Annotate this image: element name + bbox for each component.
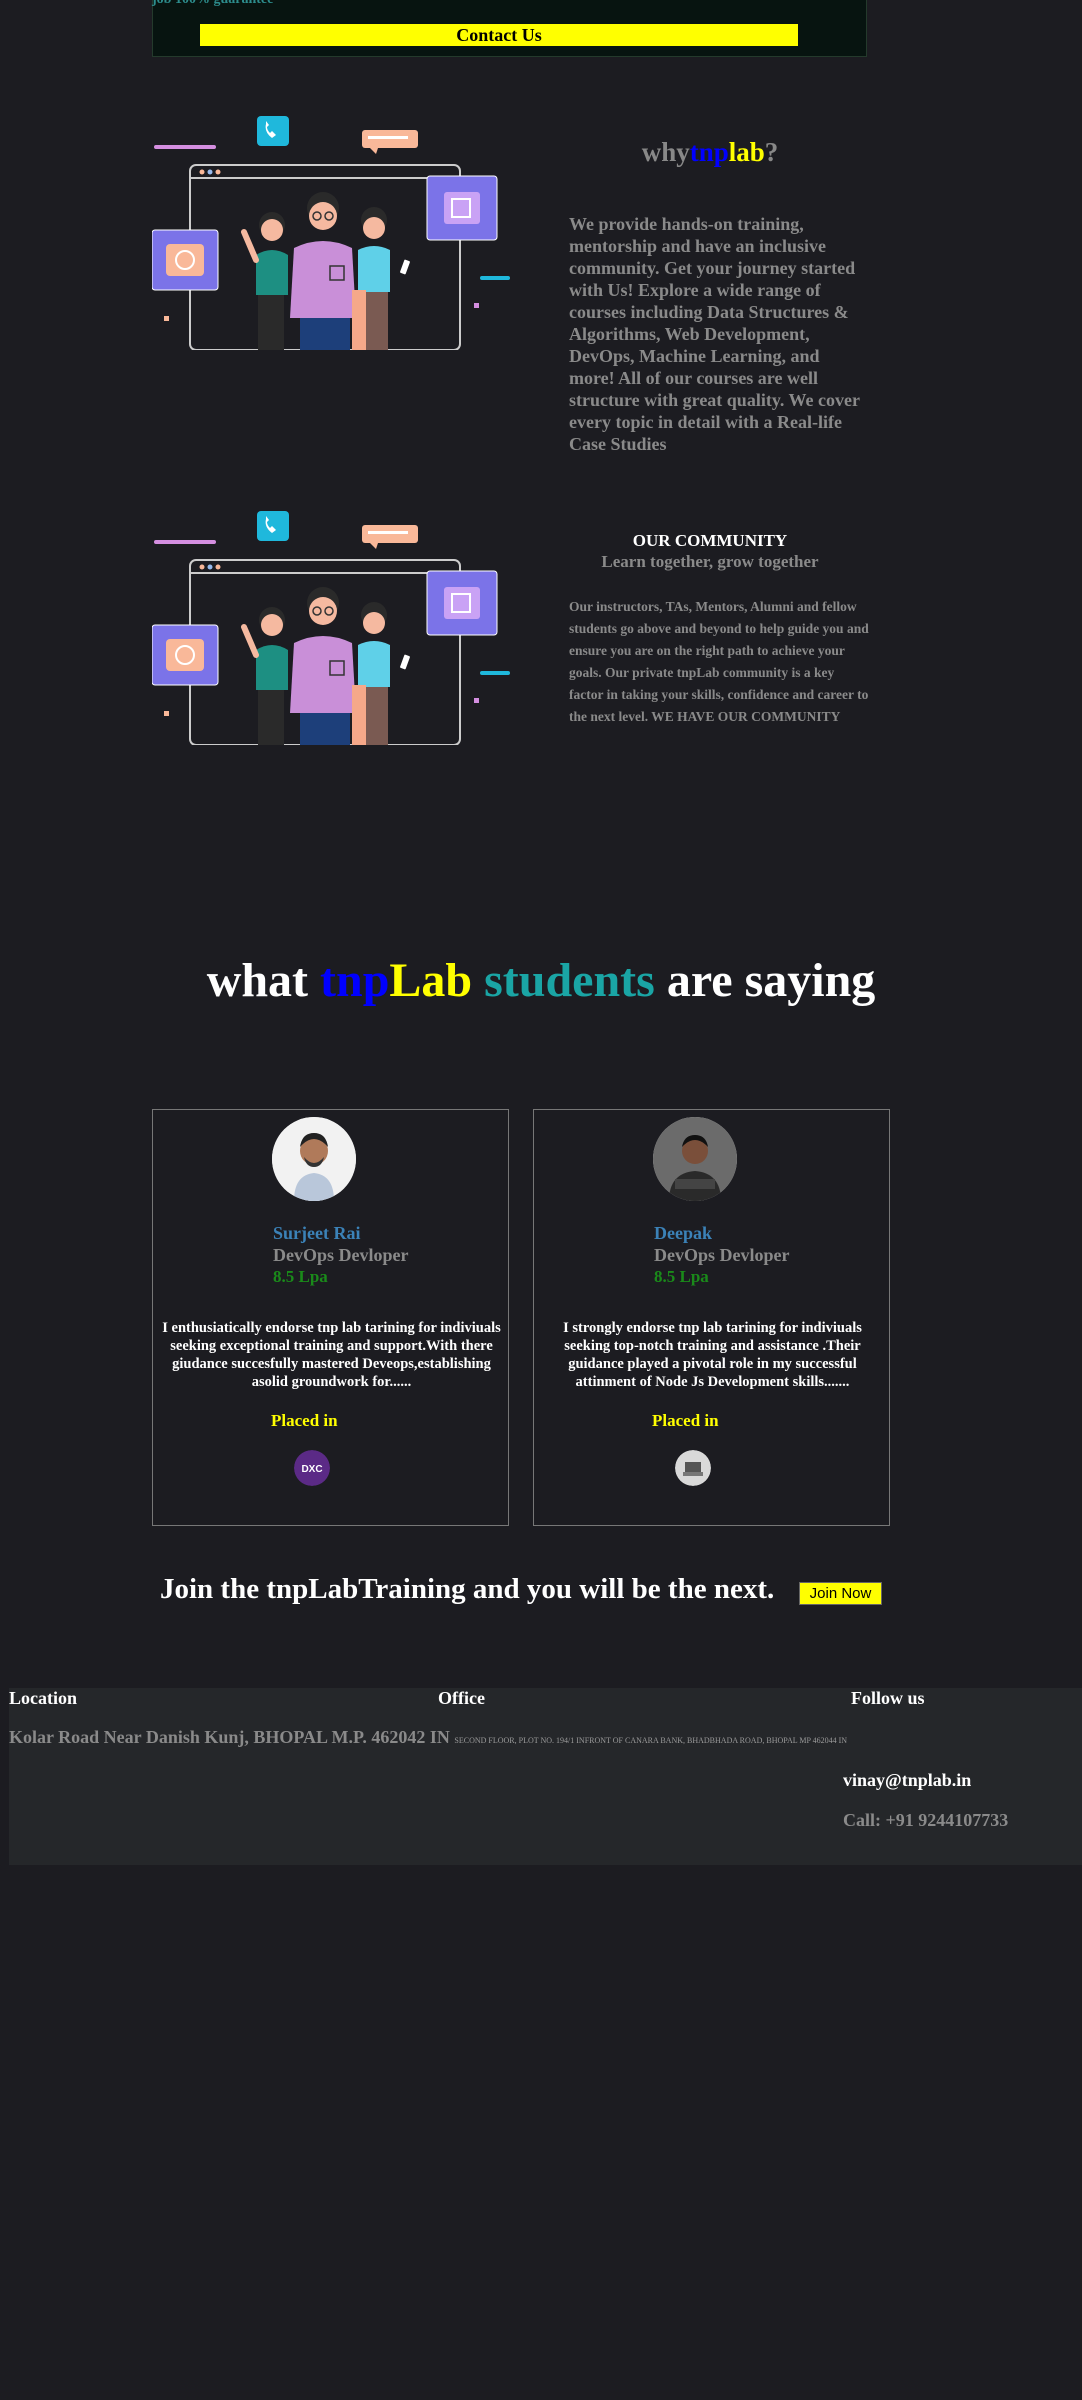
join-now-button[interactable]: Join Now — [799, 1582, 882, 1605]
question-mark: ? — [764, 137, 779, 167]
office-address: SECOND FLOOR, PLOT NO. 194/1 INFRONT OF … — [454, 1736, 848, 1745]
lab-word: lab — [728, 137, 765, 167]
avatar — [653, 1117, 737, 1201]
student-name: Deepak — [654, 1223, 712, 1243]
footer-email-link[interactable]: vinay@tnplab.in — [843, 1770, 971, 1791]
company-logo — [675, 1450, 711, 1486]
testimonial-quote: I strongly endorse tnp lab tarining for … — [563, 1320, 862, 1390]
community-illustration — [152, 116, 510, 350]
footer-phone[interactable]: Call: +91 9244107733 — [843, 1810, 1008, 1831]
guarantee-text: job 100% guarantee — [152, 0, 273, 8]
community-subtitle: Learn together, grow together — [601, 552, 819, 571]
location-address: Kolar Road Near Danish Kunj, BHOPAL M.P.… — [9, 1727, 450, 1747]
heading-students: students — [472, 954, 655, 1007]
placed-in-label: Placed in — [652, 1411, 719, 1430]
why-description: We provide hands-on training, mentorship… — [569, 214, 860, 454]
contact-us-button[interactable]: Contact Us — [200, 24, 798, 46]
avatar — [272, 1117, 356, 1201]
join-cta-text: Join the tnpLabTraining and you will be … — [160, 1573, 775, 1605]
footer-office-heading: Office — [438, 1688, 485, 1708]
footer-follow-heading: Follow us — [851, 1688, 925, 1708]
community-description: Our instructors, TAs, Mentors, Alumni an… — [569, 599, 869, 724]
why-word: why — [641, 137, 690, 167]
why-tnplab-title: whytnplab? — [570, 137, 850, 168]
testimonial-card: Deepak DevOps Devloper 8.5 Lpa I strongl… — [533, 1109, 890, 1526]
footer-address: Kolar Road Near Danish Kunj, BHOPAL M.P.… — [9, 1727, 847, 1748]
student-package: 8.5 Lpa — [273, 1267, 328, 1286]
heading-lab: Lab — [389, 954, 473, 1007]
testimonial-quote: I enthusiatically endorse tnp lab tarini… — [162, 1320, 501, 1390]
company-logo: DXC — [294, 1450, 330, 1486]
student-name: Surjeet Rai — [273, 1223, 361, 1243]
community-title: OUR COMMUNITY — [632, 531, 788, 550]
student-role: DevOps Devloper — [273, 1245, 409, 1265]
placed-in-label: Placed in — [271, 1411, 338, 1430]
student-role: DevOps Devloper — [654, 1245, 790, 1265]
community-illustration-2 — [152, 511, 510, 745]
company-logo-text: DXC — [301, 1464, 322, 1475]
footer-location-heading: Location — [9, 1688, 78, 1708]
testimonial-card: Surjeet Rai DevOps Devloper 8.5 Lpa I en… — [152, 1109, 509, 1526]
student-package: 8.5 Lpa — [654, 1267, 709, 1286]
heading-tnp: tnp — [320, 954, 390, 1007]
heading-saying: are saying — [654, 954, 876, 1007]
tnp-word: tnp — [689, 137, 729, 167]
testimonials-heading: what tnpLab students are saying — [0, 953, 1082, 1008]
heading-what: what — [206, 954, 321, 1007]
